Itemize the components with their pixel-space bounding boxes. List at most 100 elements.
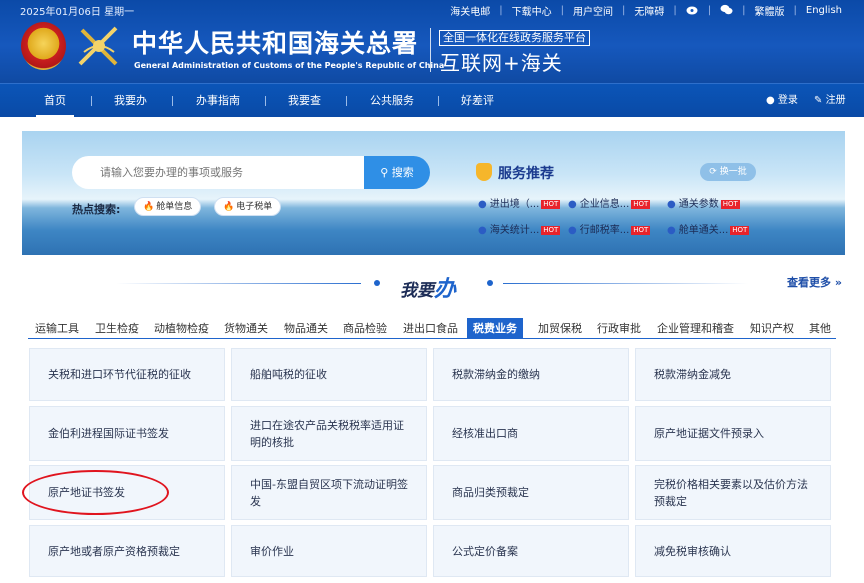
- divider: [91, 96, 92, 106]
- tab-import-export-food[interactable]: 进出口食品: [403, 320, 458, 338]
- nav-public-service[interactable]: 公共服务: [370, 84, 414, 118]
- service-item-label: 行邮税率...: [579, 225, 630, 236]
- divider: [430, 28, 431, 72]
- hero-banner: ⚲ 搜索 热点搜索: 🔥舱单信息 🔥电子税单 服务推荐 ⟳ 换一批 ●进出境（.…: [22, 131, 845, 255]
- link-english[interactable]: English: [806, 5, 842, 16]
- search-button-label: 搜索: [391, 166, 414, 179]
- hot-search-chip[interactable]: 🔥 电子税单: [214, 197, 282, 216]
- hot-badge: HOT: [720, 199, 740, 209]
- service-card[interactable]: 原产地证据文件预录入: [635, 406, 831, 461]
- tab-articles-clearance[interactable]: 物品通关: [284, 320, 328, 338]
- service-item[interactable]: ● 企业信息... HOT: [568, 195, 651, 210]
- tab-transport[interactable]: 运输工具: [35, 320, 79, 338]
- refresh-icon: ⟳: [709, 167, 717, 177]
- hot-search-label: 热点搜索:: [72, 203, 121, 216]
- refresh-button[interactable]: ⟳ 换一批: [700, 163, 756, 181]
- service-card[interactable]: 审价作业: [231, 525, 427, 577]
- search-button[interactable]: ⚲ 搜索: [364, 156, 430, 189]
- flame-icon: 🔥: [223, 202, 235, 212]
- login-link[interactable]: ● 登录: [766, 84, 798, 118]
- hot-badge: HOT: [631, 225, 651, 235]
- tab-health-quarantine[interactable]: 卫生检疫: [95, 320, 139, 338]
- divider: |: [560, 5, 565, 16]
- weibo-icon[interactable]: [686, 4, 699, 18]
- site-subtitle: General Administration of Customs of the…: [134, 61, 445, 70]
- service-item-label: 通关参数: [678, 199, 719, 210]
- flame-icon: 🔥: [143, 202, 155, 212]
- hot-search-chip[interactable]: 🔥 舱单信息: [134, 197, 202, 216]
- edit-icon: ✎: [814, 95, 823, 106]
- service-item[interactable]: ● 进出境（... HOT: [478, 195, 561, 210]
- link-download[interactable]: 下载中心: [512, 3, 552, 18]
- service-item[interactable]: ● 行邮税率... HOT: [568, 221, 651, 236]
- login-label: 登录: [777, 95, 798, 106]
- link-user-space[interactable]: 用户空间: [573, 3, 613, 18]
- service-card[interactable]: 金伯利进程国际证书签发: [29, 406, 225, 461]
- nav-evaluation[interactable]: 好差评: [461, 84, 494, 118]
- divider: |: [793, 5, 797, 16]
- wechat-icon[interactable]: [720, 4, 733, 18]
- bullet-icon: ●: [568, 199, 577, 210]
- divider: |: [673, 5, 677, 16]
- service-item[interactable]: ● 海关统计... HOT: [478, 221, 561, 236]
- tab-goods-clearance[interactable]: 货物通关: [224, 320, 268, 338]
- site-title: 中华人民共和国海关总署: [132, 29, 419, 58]
- tab-administrative-approval[interactable]: 行政审批: [597, 320, 641, 338]
- search-input[interactable]: [72, 156, 364, 189]
- section-title-accent: 办: [434, 277, 457, 302]
- link-traditional[interactable]: 繁體版: [755, 3, 785, 18]
- view-more-link[interactable]: 查看更多 »: [787, 274, 842, 290]
- service-card[interactable]: 中国-东盟自贸区项下流动证明签发: [231, 465, 427, 520]
- service-card[interactable]: 税款滞纳金减免: [635, 348, 831, 401]
- service-card[interactable]: 关税和进口环节代征税的征收: [29, 348, 225, 401]
- hot-badge: HOT: [541, 225, 561, 235]
- register-link[interactable]: ✎ 注册: [814, 84, 846, 118]
- service-item-label: 进出境（...: [489, 199, 540, 210]
- service-card[interactable]: 商品归类预裁定: [433, 465, 629, 520]
- link-email[interactable]: 海关电邮: [450, 3, 490, 18]
- service-card[interactable]: 完税价格相关要素以及估价方法预裁定: [635, 465, 831, 520]
- current-date: 2025年01月06日 星期一: [20, 7, 135, 18]
- service-recommend-title: 服务推荐: [498, 166, 554, 182]
- nav-i-want-to-check[interactable]: 我要查: [288, 84, 321, 118]
- service-item[interactable]: ● 通关参数 HOT: [667, 195, 740, 210]
- platform-label: 全国一体化在线政务服务平台: [439, 30, 590, 46]
- divider: |: [622, 5, 626, 16]
- service-card[interactable]: 减免税审核确认: [635, 525, 831, 577]
- divider: [438, 96, 439, 106]
- tab-commodity-inspection[interactable]: 商品检验: [343, 320, 387, 338]
- divider: [265, 96, 266, 106]
- register-label: 注册: [825, 95, 846, 106]
- tab-intellectual-property[interactable]: 知识产权: [750, 320, 794, 338]
- service-card[interactable]: 原产地或者原产资格预裁定: [29, 525, 225, 577]
- divider: [346, 96, 347, 106]
- divider: [116, 283, 361, 284]
- divider: |: [499, 5, 503, 16]
- nav-guide[interactable]: 办事指南: [196, 84, 240, 118]
- nav-i-want-to-do[interactable]: 我要办: [114, 84, 147, 118]
- service-card[interactable]: 船舶吨税的征收: [231, 348, 427, 401]
- tab-plant-animal-quarantine[interactable]: 动植物检疫: [154, 320, 209, 338]
- divider: [503, 283, 748, 284]
- nav-home[interactable]: 首页: [36, 84, 74, 118]
- divider: |: [742, 5, 746, 16]
- bullet-icon: ●: [568, 225, 577, 236]
- service-item[interactable]: ● 舱单通关... HOT: [667, 221, 750, 236]
- tab-other[interactable]: 其他: [809, 320, 831, 338]
- divider: |: [707, 5, 712, 16]
- service-card[interactable]: 经核准出口商: [433, 406, 629, 461]
- refresh-label: 换一批: [719, 167, 747, 177]
- link-accessibility[interactable]: 无障碍: [634, 3, 664, 18]
- chip-label: 电子税单: [236, 202, 273, 212]
- user-icon: ●: [766, 95, 775, 106]
- tab-tax-business[interactable]: 税费业务: [467, 318, 523, 339]
- national-emblem-logo: [21, 22, 66, 70]
- tab-enterprise-management[interactable]: 企业管理和稽查: [657, 320, 734, 338]
- search-icon: ⚲: [380, 166, 389, 179]
- site-header: 2025年01月06日 星期一 海关电邮 | 下载中心 | 用户空间 | 无障碍…: [0, 0, 864, 83]
- service-card[interactable]: 公式定价备案: [433, 525, 629, 577]
- service-card[interactable]: 进口在途农产品关税税率适用证明的核批: [231, 406, 427, 461]
- service-card[interactable]: 税款滞纳金的缴纳: [433, 348, 629, 401]
- tab-processing-bonded[interactable]: 加贸保税: [538, 320, 582, 338]
- hot-badge: HOT: [541, 199, 561, 209]
